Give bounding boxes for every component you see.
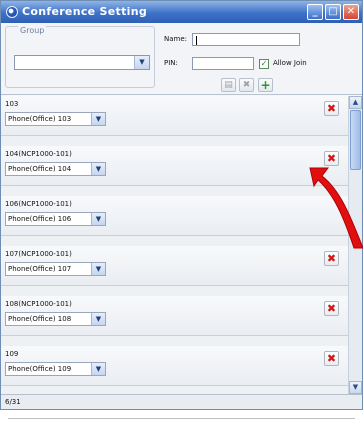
status-bar: 6/31 bbox=[1, 394, 362, 409]
add-button[interactable]: + bbox=[258, 78, 273, 92]
conference-setting-window: Conference Setting _ □ ✕ Group ▼ Name: P… bbox=[0, 0, 363, 410]
pin-label: PIN: bbox=[164, 59, 178, 67]
member-label: 104(NCP1000-101) bbox=[5, 150, 72, 158]
divider bbox=[8, 418, 355, 419]
app-icon bbox=[6, 6, 18, 18]
group-box: Group ▼ bbox=[5, 26, 155, 88]
text-caret bbox=[196, 36, 197, 45]
group-select[interactable]: ▼ bbox=[14, 55, 150, 70]
close-button[interactable]: ✕ bbox=[343, 4, 359, 20]
phone-select-value: Phone(Office) 107 bbox=[8, 265, 72, 273]
name-label: Name: bbox=[164, 35, 188, 43]
chevron-down-icon[interactable]: ▼ bbox=[91, 363, 105, 375]
member-list[interactable]: 103 Phone(Office) 103 ▼ ✖ 104(NCP1000-10… bbox=[1, 96, 348, 394]
group-legend: Group bbox=[18, 26, 47, 35]
window-title: Conference Setting bbox=[22, 5, 148, 18]
chevron-down-icon[interactable]: ▼ bbox=[91, 163, 105, 175]
chevron-down-icon[interactable]: ▼ bbox=[91, 263, 105, 275]
title-bar[interactable]: Conference Setting _ □ ✕ bbox=[1, 1, 362, 23]
chevron-down-icon[interactable]: ▼ bbox=[91, 113, 105, 125]
scroll-up-icon[interactable]: ▲ bbox=[349, 96, 362, 109]
list-item: 109 Phone(Office) 109 ▼ ✖ bbox=[1, 346, 348, 386]
allow-join-label: Allow Join bbox=[273, 59, 307, 67]
list-item: 106(NCP1000-101) Phone(Office) 106 ▼ bbox=[1, 196, 348, 236]
list-item: 104(NCP1000-101) Phone(Office) 104 ▼ ✖ bbox=[1, 146, 348, 186]
pin-input[interactable] bbox=[192, 57, 254, 70]
delete-row-button[interactable]: ✖ bbox=[324, 351, 339, 366]
scroll-down-icon[interactable]: ▼ bbox=[349, 381, 362, 394]
member-count: 6/31 bbox=[5, 398, 21, 406]
phone-select[interactable]: Phone(Office) 106 ▼ bbox=[5, 212, 106, 226]
member-label: 106(NCP1000-101) bbox=[5, 200, 72, 208]
chevron-down-icon[interactable]: ▼ bbox=[91, 213, 105, 225]
list-item: 108(NCP1000-101) Phone(Office) 108 ▼ ✖ bbox=[1, 296, 348, 336]
delete-row-button[interactable]: ✖ bbox=[324, 301, 339, 316]
phone-select-value: Phone(Office) 108 bbox=[8, 315, 72, 323]
delete-row-button[interactable]: ✖ bbox=[324, 151, 339, 166]
allow-join-checkbox[interactable]: ✓ bbox=[259, 59, 269, 69]
member-label: 108(NCP1000-101) bbox=[5, 300, 72, 308]
scroll-thumb[interactable] bbox=[350, 110, 361, 170]
delete-row-button[interactable]: ✖ bbox=[324, 251, 339, 266]
phone-select-value: Phone(Office) 103 bbox=[8, 115, 72, 123]
list-item: 107(NCP1000-101) Phone(Office) 107 ▼ ✖ bbox=[1, 246, 348, 286]
member-label: 107(NCP1000-101) bbox=[5, 250, 72, 258]
save-button[interactable]: ▤ bbox=[221, 78, 236, 92]
delete-row-button[interactable]: ✖ bbox=[324, 101, 339, 116]
maximize-button[interactable]: □ bbox=[325, 4, 341, 20]
name-input[interactable] bbox=[192, 33, 300, 46]
member-label: 103 bbox=[5, 100, 19, 108]
phone-select[interactable]: Phone(Office) 103 ▼ bbox=[5, 112, 106, 126]
phone-select[interactable]: Phone(Office) 104 ▼ bbox=[5, 162, 106, 176]
chevron-down-icon[interactable]: ▼ bbox=[134, 56, 149, 69]
minimize-button[interactable]: _ bbox=[307, 4, 323, 20]
member-label: 109 bbox=[5, 350, 19, 358]
settings-panel: Group ▼ Name: PIN: ✓ Allow Join ▤ ✖ + bbox=[1, 23, 362, 95]
chevron-down-icon[interactable]: ▼ bbox=[91, 313, 105, 325]
list-item: 103 Phone(Office) 103 ▼ ✖ bbox=[1, 96, 348, 136]
phone-select[interactable]: Phone(Office) 109 ▼ bbox=[5, 362, 106, 376]
phone-select-value: Phone(Office) 104 bbox=[8, 165, 72, 173]
phone-select[interactable]: Phone(Office) 107 ▼ bbox=[5, 262, 106, 276]
phone-select[interactable]: Phone(Office) 108 ▼ bbox=[5, 312, 106, 326]
delete-toolbar-button[interactable]: ✖ bbox=[239, 78, 254, 92]
phone-select-value: Phone(Office) 106 bbox=[8, 215, 72, 223]
phone-select-value: Phone(Office) 109 bbox=[8, 365, 72, 373]
vertical-scrollbar[interactable]: ▲ ▼ bbox=[348, 96, 362, 394]
